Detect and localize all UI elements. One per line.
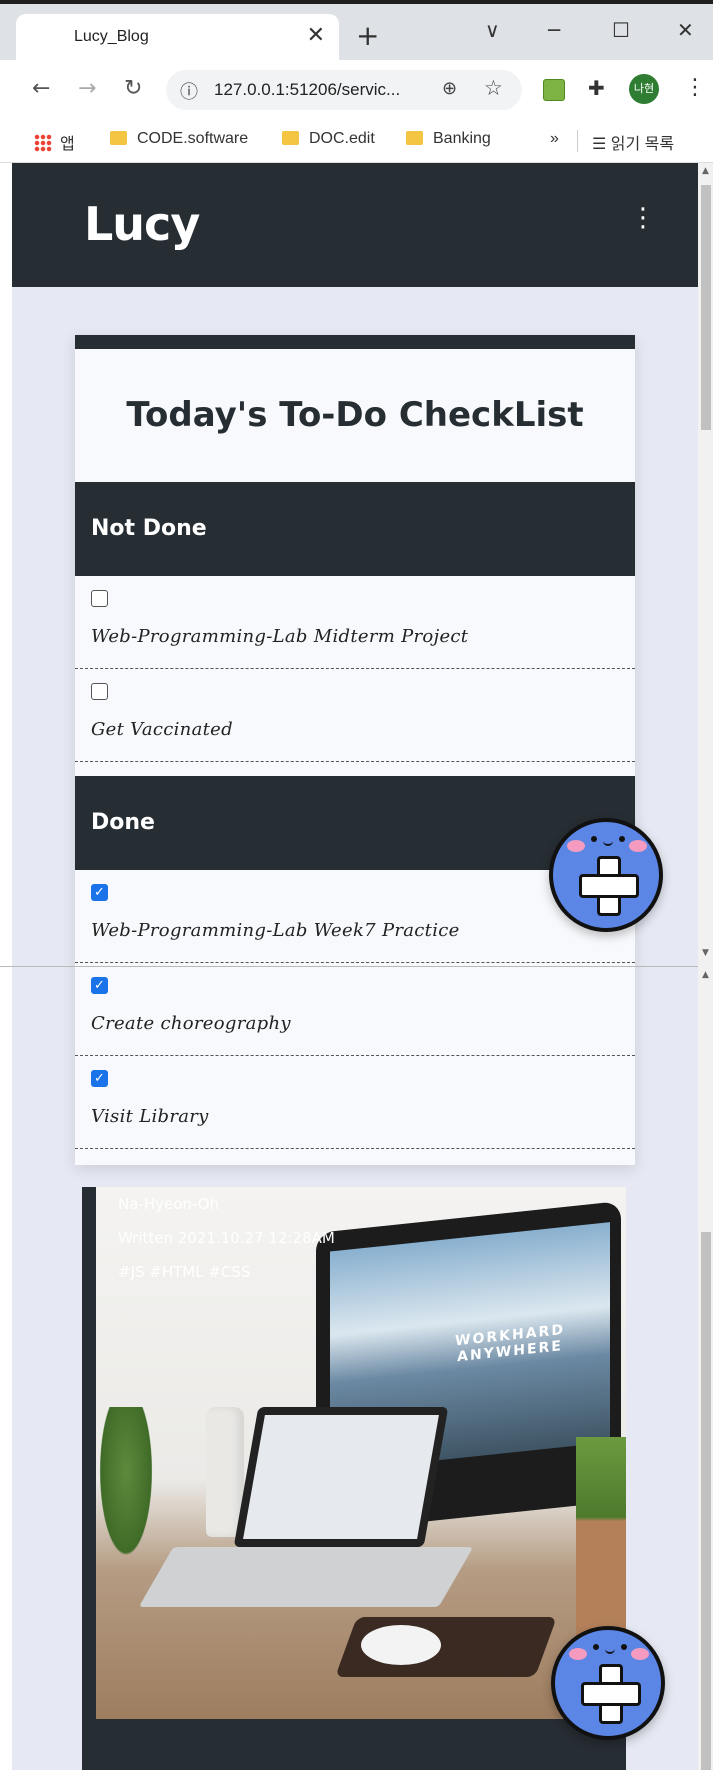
fab-cheek — [629, 840, 647, 852]
new-tab-button[interactable]: + — [356, 22, 379, 50]
url-text[interactable]: 127.0.0.1:51206/servic... — [214, 80, 400, 100]
mouse — [361, 1625, 441, 1665]
browser-tab[interactable]: Lucy_Blog ✕ — [16, 14, 339, 60]
scroll-down-arrow-icon[interactable]: ▼ — [702, 948, 709, 958]
browser-toolbar: ← → ↻ ⓘ 127.0.0.1:51206/servic... ⊕ ☆ ✚ … — [0, 60, 713, 120]
site-brand[interactable]: Lucy — [84, 197, 200, 251]
bookmark-apps-label: 앱 — [60, 136, 75, 153]
tab-bar: Lucy_Blog ✕ + ∨ ─ ☐ ✕ — [0, 4, 713, 60]
fab-eye — [593, 1644, 599, 1650]
screenshot-seam — [0, 966, 713, 967]
extension-icon[interactable] — [543, 79, 565, 101]
bookmark-doc-edit[interactable]: DOC.edit — [282, 130, 375, 148]
forward-arrow-icon[interactable]: → — [78, 76, 96, 101]
folder-icon — [282, 131, 299, 145]
reading-list-label: 읽기 목록 — [610, 136, 675, 153]
folder-icon — [406, 131, 423, 145]
todo-item: Web-Programming-Lab Midterm Project — [75, 576, 635, 669]
add-icon — [579, 874, 639, 898]
bookmark-star-icon[interactable]: ☆ — [484, 76, 503, 100]
monitor-screen-text: WORKHARD ANYWHERE — [455, 1321, 565, 1366]
fab-mouth — [603, 838, 613, 846]
add-post-button[interactable] — [551, 1626, 665, 1740]
reading-list-icon: ☰ — [592, 136, 611, 153]
bookmark-code-software[interactable]: CODE.software — [110, 130, 248, 148]
back-arrow-icon[interactable]: ← — [32, 76, 50, 101]
post-date: Written 2021.10.27 12:28AM — [118, 1229, 335, 1247]
add-post-button[interactable] — [549, 818, 663, 932]
card-bottom-padding — [75, 1149, 635, 1165]
todo-checkbox-checked[interactable]: ✓ — [91, 977, 108, 994]
todo-checkbox-checked[interactable]: ✓ — [91, 1070, 108, 1087]
todo-item: ✓ Create choreography — [75, 963, 635, 1056]
fab-mouth — [605, 1646, 615, 1654]
bookmarks-overflow-button[interactable]: » — [550, 130, 559, 148]
plant-left — [96, 1407, 156, 1567]
reading-list-button[interactable]: ☰ 읽기 목록 — [592, 130, 674, 154]
bookmark-label: Banking — [433, 130, 491, 147]
scrollbar-thumb[interactable] — [701, 185, 711, 430]
folder-icon — [110, 131, 127, 145]
site-header: Lucy ⋮ — [12, 163, 698, 287]
post-tags[interactable]: #JS #HTML #CSS — [118, 1263, 250, 1281]
not-done-heading: Not Done — [75, 482, 635, 576]
todo-label: Create choreography — [91, 1013, 291, 1034]
browser-menu-icon[interactable]: ⋮ — [684, 75, 706, 100]
todo-checkbox[interactable] — [91, 683, 108, 700]
laptop-screen — [243, 1415, 439, 1539]
bookmark-banking[interactable]: Banking — [406, 130, 491, 148]
fab-eye — [619, 836, 625, 842]
fab-eye — [621, 1644, 627, 1650]
todo-item: ✓ Visit Library — [75, 1056, 635, 1149]
bookmark-label: DOC.edit — [309, 130, 375, 147]
todo-label: Web-Programming-Lab Midterm Project — [91, 626, 469, 647]
post-author: Na-Hyeon-Oh — [118, 1195, 220, 1213]
todo-checkbox-checked[interactable]: ✓ — [91, 884, 108, 901]
tab-search-button[interactable]: ∨ — [485, 18, 500, 42]
minimize-button[interactable]: ─ — [548, 18, 560, 42]
todo-label: Visit Library — [91, 1106, 209, 1127]
bookmarks-bar: 앱 CODE.software DOC.edit Banking » ☰ 읽기 … — [0, 120, 713, 163]
site-info-icon[interactable]: ⓘ — [180, 78, 198, 104]
post-image: WORKHARD ANYWHERE Na-Hyeon-Oh Written 20… — [96, 1187, 626, 1719]
apps-grid-icon — [34, 134, 52, 152]
add-icon — [581, 1682, 641, 1706]
fab-cheek — [631, 1648, 649, 1660]
site-menu-icon[interactable]: ⋮ — [630, 205, 656, 231]
todo-checkbox[interactable] — [91, 590, 108, 607]
extensions-puzzle-icon[interactable]: ✚ — [588, 76, 605, 100]
scroll-up-arrow-icon[interactable]: ▲ — [702, 166, 709, 176]
blog-post-card[interactable]: WORKHARD ANYWHERE Na-Hyeon-Oh Written 20… — [82, 1187, 626, 1770]
todo-card: Today's To-Do CheckList Not Done Web-Pro… — [75, 335, 635, 1165]
profile-avatar[interactable]: 나현 — [629, 74, 659, 104]
bookmarks-divider — [577, 130, 578, 152]
todo-label: Web-Programming-Lab Week7 Practice — [91, 920, 460, 941]
fab-eye — [591, 836, 597, 842]
tab-close-button[interactable]: ✕ — [307, 23, 325, 48]
fab-cheek — [569, 1648, 587, 1660]
scrollbar-thumb[interactable] — [701, 1232, 711, 1770]
maximize-button[interactable]: ☐ — [612, 18, 630, 42]
bookmark-label: CODE.software — [137, 130, 249, 147]
address-bar[interactable]: ⓘ 127.0.0.1:51206/servic... ⊕ ☆ — [166, 70, 522, 110]
todo-label: Get Vaccinated — [91, 719, 233, 740]
tab-title: Lucy_Blog — [74, 28, 149, 45]
zoom-icon[interactable]: ⊕ — [442, 78, 457, 99]
fab-cheek — [567, 840, 585, 852]
todo-item: Get Vaccinated — [75, 669, 635, 762]
reload-icon[interactable]: ↻ — [124, 76, 142, 101]
card-top-bar — [75, 335, 635, 349]
todo-title: Today's To-Do CheckList — [126, 395, 584, 435]
laptop — [233, 1407, 449, 1547]
plant-right — [576, 1437, 626, 1637]
scroll-up-arrow-icon[interactable]: ▲ — [702, 970, 709, 980]
laptop-keyboard — [138, 1547, 474, 1607]
bookmark-apps[interactable]: 앱 — [34, 130, 75, 154]
close-window-button[interactable]: ✕ — [677, 18, 694, 42]
